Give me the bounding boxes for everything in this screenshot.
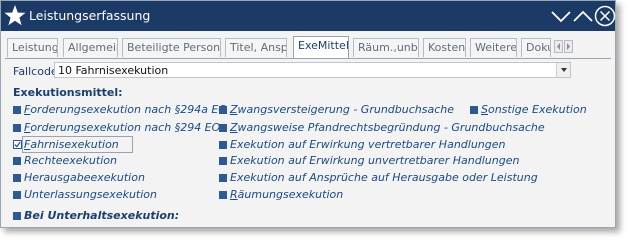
square-bullet-icon xyxy=(13,212,21,220)
square-bullet-icon xyxy=(219,191,227,199)
option-label: äumungsexekution xyxy=(237,188,344,201)
option-label: orderungsexekution nach §294 EO xyxy=(30,121,221,134)
option-label: Exekution auf Ansprüche auf Herausgabe o… xyxy=(230,171,538,184)
tab-leistung[interactable]: Leistung xyxy=(7,38,58,57)
checkbox-checked-icon[interactable] xyxy=(13,140,22,149)
option-label: Rechteexekution xyxy=(24,154,117,167)
fallcode-select[interactable]: 10 Fahrnisexekution xyxy=(54,62,571,78)
option-label: Unterlassungsexekution xyxy=(24,188,157,201)
square-bullet-icon xyxy=(219,106,227,114)
square-bullet-icon xyxy=(13,124,21,132)
square-bullet-icon xyxy=(470,106,478,114)
tab-allgemein[interactable]: Allgemein xyxy=(63,38,118,57)
tab-strip: Leistung Allgemein Beteiligte Personen T… xyxy=(1,31,615,59)
square-bullet-icon xyxy=(13,106,21,114)
window-title: Leistungserfassung xyxy=(29,8,151,23)
fallcode-value: 10 Fahrnisexekution xyxy=(58,64,169,77)
star-icon xyxy=(4,3,26,29)
tab-raeum-unb-v[interactable]: Räum.,unb.V. xyxy=(353,38,419,57)
restore-icon[interactable] xyxy=(571,4,595,28)
tab-kosten[interactable]: Kosten xyxy=(423,38,466,57)
tab-doku[interactable]: Doku xyxy=(521,38,551,57)
mnemonic-letter: Z xyxy=(230,121,238,134)
option-label: Exekution auf Erwirkung unvertretbarer H… xyxy=(230,154,520,167)
square-bullet-icon xyxy=(13,157,21,165)
tab-weiteres[interactable]: Weiteres xyxy=(470,38,517,57)
subsection-label: Bei Unterhaltsexekution: xyxy=(24,209,180,222)
minimize-icon[interactable] xyxy=(549,4,573,28)
tab-scroll-left-icon[interactable] xyxy=(554,40,563,53)
option-label: wangsversteigerung - Grundbuchsache xyxy=(237,103,455,116)
square-bullet-icon xyxy=(219,174,227,182)
option-label: wangsweise Pfandrechtsbegründung - Grund… xyxy=(237,121,545,134)
option-label: ahrnisexekution xyxy=(30,138,119,151)
dropdown-arrow-icon[interactable] xyxy=(556,63,570,77)
tab-content-border xyxy=(5,58,611,59)
tab-beteiligte-personen[interactable]: Beteiligte Personen xyxy=(122,38,221,57)
tab-exemittel[interactable]: ExeMittel xyxy=(293,36,349,58)
option-label: Exekution auf Erwirkung vertretbarer Han… xyxy=(230,138,506,151)
tab-titel-anspr[interactable]: Titel, Anspr. xyxy=(225,38,287,57)
mnemonic-letter: R xyxy=(230,188,238,201)
square-bullet-icon xyxy=(219,157,227,165)
fallcode-label: Fallcode xyxy=(13,65,58,78)
square-bullet-icon xyxy=(13,174,21,182)
leistungserfassung-window: Leistungserfassung Leistung Allgemein Be… xyxy=(0,0,616,228)
option-label: Herausgabeexekution xyxy=(24,171,145,184)
title-bar[interactable]: Leistungserfassung xyxy=(1,1,617,31)
square-bullet-icon xyxy=(219,124,227,132)
option-label: onstige Exekution xyxy=(487,103,587,116)
close-icon[interactable] xyxy=(593,4,617,28)
exekutionsmittel-heading: Exekutionsmittel: xyxy=(13,86,123,99)
square-bullet-icon xyxy=(219,141,227,149)
tab-scroll-right-icon[interactable] xyxy=(564,40,573,53)
mnemonic-letter: S xyxy=(481,103,488,116)
option-label: orderungsexekution nach §294a EO xyxy=(30,103,228,116)
mnemonic-letter: Z xyxy=(230,103,238,116)
square-bullet-icon xyxy=(13,191,21,199)
